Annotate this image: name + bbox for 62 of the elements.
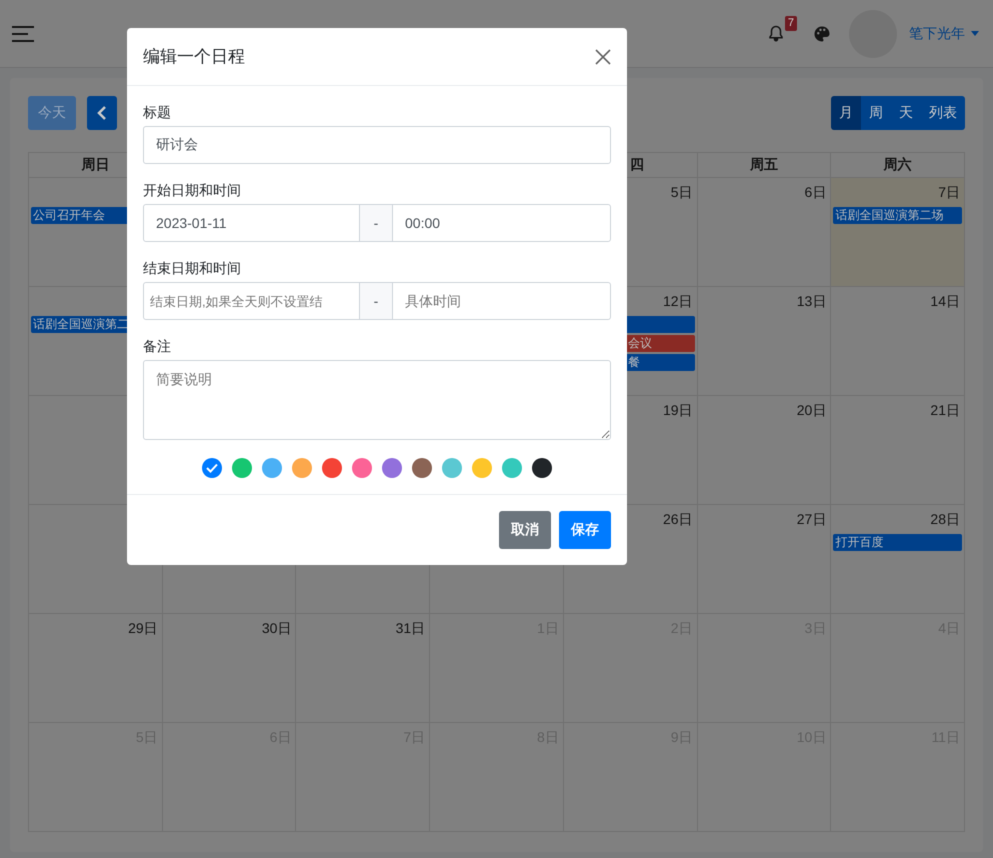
end-date-input[interactable]: 结束日期,如果全天则不设置结 (143, 282, 360, 320)
color-swatch[interactable] (382, 458, 402, 478)
caret-icon (971, 31, 979, 36)
day-number: 27日 (796, 510, 828, 529)
day-number: 31日 (394, 619, 426, 638)
day-number: 5日 (670, 183, 694, 202)
day-number: 30日 (260, 619, 292, 638)
start-time-input[interactable]: 00:00 (392, 204, 611, 242)
color-swatch[interactable] (322, 458, 342, 478)
weekday-header: 四 (630, 156, 644, 174)
dialog-title: 编辑一个日程 (143, 46, 246, 68)
color-swatch[interactable] (502, 458, 522, 478)
color-swatch[interactable] (202, 458, 222, 478)
day-number: 19日 (662, 401, 694, 420)
day-number: 26日 (662, 510, 694, 529)
view-tab[interactable]: 周 (861, 96, 891, 130)
close-icon[interactable] (595, 48, 611, 64)
weekday-header: 周六 (884, 156, 912, 174)
notification-badge: 7 (784, 16, 797, 31)
previous-button[interactable] (87, 96, 117, 130)
day-number: 6日 (803, 183, 828, 202)
day-number: 29日 (127, 619, 159, 638)
note-textarea[interactable]: 简要说明 (143, 360, 611, 440)
calendar-event[interactable]: 打开百度 (833, 534, 962, 551)
view-tab[interactable]: 月 (831, 96, 861, 130)
save-button[interactable]: 保存 (559, 511, 611, 549)
bell-icon[interactable] (766, 24, 785, 42)
chevron-left-icon (97, 106, 107, 120)
field-label: 标题 (143, 104, 172, 122)
color-swatch[interactable] (412, 458, 432, 478)
day-number: 13日 (796, 292, 828, 311)
view-tab[interactable]: 天 (891, 96, 921, 130)
check-icon (206, 463, 218, 473)
range-separator: - (360, 204, 392, 242)
field-label: 开始日期和时间 (143, 182, 242, 200)
field-label: 结束日期和时间 (143, 260, 242, 278)
day-number: 14日 (929, 292, 961, 311)
color-swatch[interactable] (262, 458, 282, 478)
palette-icon[interactable] (813, 24, 831, 42)
field-label: 备注 (143, 338, 172, 356)
weekday-header: 周日 (81, 156, 110, 174)
day-number: 20日 (796, 401, 828, 420)
color-swatch[interactable] (472, 458, 492, 478)
range-separator: - (360, 282, 392, 320)
day-number: 21日 (929, 401, 961, 420)
title-input[interactable]: 研讨会 (143, 126, 611, 164)
menu-icon[interactable] (12, 26, 34, 42)
calendar-event[interactable]: 话剧全国巡演第二场 (833, 207, 962, 224)
view-tab[interactable]: 列表 (921, 96, 965, 130)
color-swatch[interactable] (232, 458, 252, 478)
day-number: 12日 (662, 292, 694, 311)
day-number: 28日 (929, 510, 961, 529)
day-number: 7日 (937, 183, 961, 202)
start-date-input[interactable]: 2023-01-11 (143, 204, 360, 242)
weekday-header: 周五 (750, 156, 778, 174)
cancel-button[interactable]: 取消 (499, 511, 551, 549)
end-time-input[interactable]: 具体时间 (392, 282, 611, 320)
color-swatch[interactable] (352, 458, 372, 478)
user-menu[interactable]: 笔下光年 (909, 24, 979, 42)
color-swatch[interactable] (292, 458, 312, 478)
color-swatch[interactable] (532, 458, 552, 478)
color-swatch[interactable] (442, 458, 462, 478)
